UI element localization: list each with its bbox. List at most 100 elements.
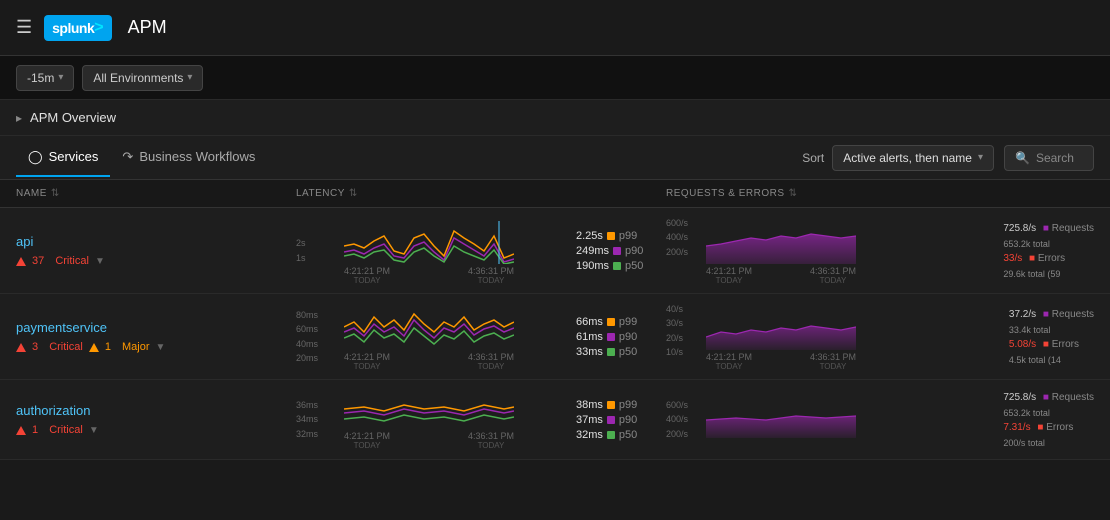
col-name-sort-icon[interactable]: ⇅ bbox=[51, 188, 60, 199]
req-label: Requests bbox=[1052, 223, 1094, 234]
requests-chart-svg bbox=[706, 302, 856, 350]
table-row: paymentservice 3 Critical 1 Major ▼ 80ms… bbox=[0, 294, 1110, 380]
col-header-requests: REQUESTS & ERRORS ⇅ bbox=[666, 188, 1094, 199]
p99-label: p99 bbox=[619, 230, 637, 242]
stat-p90: 61ms p90 bbox=[576, 331, 666, 343]
menu-button[interactable]: ☰ bbox=[16, 17, 32, 38]
latency-x-labels: 4:21:21 PM TODAY 4:36:31 PM TODAY bbox=[344, 431, 514, 450]
req-value-line: 725.8/s ■ Requests bbox=[1003, 222, 1094, 236]
latency-chart-svg bbox=[344, 216, 514, 264]
critical-triangle-icon bbox=[16, 426, 26, 435]
col-latency-sort-icon[interactable]: ⇅ bbox=[349, 188, 358, 199]
latency-x-labels: 4:21:21 PM TODAY 4:36:31 PM TODAY bbox=[344, 352, 514, 371]
alerts-row: 1 Critical ▼ bbox=[16, 424, 296, 436]
services-icon: ◯ bbox=[28, 149, 43, 165]
workflows-icon: ↷ bbox=[122, 149, 133, 165]
alerts-row: 37 Critical ▼ bbox=[16, 255, 296, 267]
latency-y-axis: 2s 1s bbox=[296, 236, 336, 265]
service-name-col: paymentservice 3 Critical 1 Major ▼ bbox=[16, 302, 296, 371]
col-header-latency: LATENCY ⇅ bbox=[296, 188, 666, 199]
sort-label: Sort bbox=[802, 151, 824, 165]
err-dot: ■ bbox=[1029, 253, 1035, 264]
latency-x-labels: 4:21:21 PM TODAY 4:36:31 PM TODAY bbox=[344, 266, 514, 285]
err-value: 33/s bbox=[1003, 253, 1022, 264]
table-row: authorization 1 Critical ▼ 36ms 34ms 32m… bbox=[0, 380, 1110, 460]
critical-triangle-icon bbox=[16, 343, 26, 352]
alert-dropdown-icon[interactable]: ▼ bbox=[89, 425, 99, 436]
col-latency-label: LATENCY bbox=[296, 188, 345, 199]
p99-value: 2.25s bbox=[576, 230, 603, 242]
time-range-value: -15m bbox=[27, 71, 54, 85]
p99-dot bbox=[607, 232, 615, 240]
major-triangle-icon bbox=[89, 343, 99, 352]
environment-button[interactable]: All Environments ▾ bbox=[82, 65, 203, 91]
latency-chart-col: 36ms 34ms 32ms 4:21:21 PM TODAY 4:36:31 … bbox=[296, 388, 666, 451]
critical-badge: 1 Critical bbox=[32, 424, 83, 436]
col-name-label: NAME bbox=[16, 188, 47, 199]
p50-dot bbox=[613, 262, 621, 270]
latency-chart-svg bbox=[344, 389, 514, 429]
search-box[interactable]: 🔍 Search bbox=[1004, 145, 1094, 171]
req-y3: 200/s bbox=[666, 245, 688, 259]
time-range-button[interactable]: -15m ▾ bbox=[16, 65, 74, 91]
p50-label: p50 bbox=[625, 260, 643, 272]
err-label: Errors bbox=[1038, 253, 1065, 264]
err-value-line: 33/s ■ Errors bbox=[1003, 252, 1094, 266]
stat-p50: 33ms p50 bbox=[576, 346, 666, 358]
requests-x-labels: 4:21:21 PM TODAY 4:36:31 PM TODAY bbox=[706, 352, 856, 371]
time-end: 4:36:31 PM bbox=[468, 266, 514, 276]
alert-dropdown-icon[interactable]: ▼ bbox=[156, 342, 166, 353]
tab-services[interactable]: ◯ Services bbox=[16, 139, 110, 177]
y-label-1: 2s bbox=[296, 236, 306, 250]
latency-chart-col: 2s 1s 4:21:21 PM TODAY 4:36:31 PM bbox=[296, 216, 666, 285]
tab-business-workflows[interactable]: ↷ Business Workflows bbox=[110, 139, 267, 177]
apm-overview-breadcrumb[interactable]: ▸ APM Overview bbox=[0, 100, 1110, 136]
stat-p50: 190ms p50 bbox=[576, 260, 666, 272]
tab-workflows-label: Business Workflows bbox=[139, 149, 255, 164]
service-name[interactable]: authorization bbox=[16, 403, 296, 418]
sort-dropdown[interactable]: Active alerts, then name ▾ bbox=[832, 145, 994, 171]
service-name[interactable]: paymentservice bbox=[16, 320, 296, 335]
logo-text: splunk bbox=[52, 20, 94, 36]
toolbar: -15m ▾ All Environments ▾ bbox=[0, 56, 1110, 100]
time-range-arrow: ▾ bbox=[58, 72, 63, 83]
p90-value: 249ms bbox=[576, 245, 609, 257]
environment-arrow: ▾ bbox=[187, 72, 192, 83]
alert-dropdown-icon[interactable]: ▼ bbox=[95, 256, 105, 267]
req-dot: ■ bbox=[1043, 223, 1049, 234]
requests-y-axis: 600/s 400/s 200/s bbox=[666, 398, 702, 441]
requests-chart-svg bbox=[706, 216, 856, 264]
p90-label: p90 bbox=[625, 245, 643, 257]
requests-x-labels: 4:21:21 PM TODAY 4:36:31 PM TODAY bbox=[706, 266, 856, 285]
latency-chart-svg bbox=[344, 302, 514, 350]
stat-p99: 2.25s p99 bbox=[576, 230, 666, 242]
table-row: api 37 Critical ▼ 2s 1s bbox=[0, 208, 1110, 294]
col-requests-sort-icon[interactable]: ⇅ bbox=[789, 188, 798, 199]
req-value: 725.8/s bbox=[1003, 223, 1036, 234]
search-icon: 🔍 bbox=[1015, 151, 1030, 165]
y-label-2: 1s bbox=[296, 251, 306, 265]
tabs-row: ◯ Services ↷ Business Workflows Sort Act… bbox=[0, 136, 1110, 180]
critical-badge: 37 Critical bbox=[32, 255, 89, 267]
service-name[interactable]: api bbox=[16, 234, 296, 249]
sort-dropdown-arrow: ▾ bbox=[978, 152, 983, 163]
requests-chart-svg bbox=[706, 398, 856, 438]
p50-value: 190ms bbox=[576, 260, 609, 272]
latency-y-axis: 80ms 60ms 40ms 20ms bbox=[296, 308, 336, 366]
critical-badge: 3 Critical bbox=[32, 341, 83, 353]
err-total: 29.6k total (59 bbox=[1003, 269, 1094, 279]
latency-stats: 66ms p99 61ms p90 33ms p50 bbox=[576, 316, 666, 358]
requests-stats: 37.2/s ■ Requests 33.4k total 5.08/s ■ E… bbox=[1009, 308, 1094, 365]
chevron-right-icon: ▸ bbox=[16, 111, 22, 125]
app-header: ☰ splunk> APM bbox=[0, 0, 1110, 56]
critical-triangle-icon bbox=[16, 257, 26, 266]
alerts-row: 3 Critical 1 Major ▼ bbox=[16, 341, 296, 353]
service-name-col: api 37 Critical ▼ bbox=[16, 216, 296, 285]
service-name-col: authorization 1 Critical ▼ bbox=[16, 388, 296, 451]
latency-y-axis: 36ms 34ms 32ms bbox=[296, 398, 336, 441]
sort-value: Active alerts, then name bbox=[843, 151, 972, 165]
stat-p99: 66ms p99 bbox=[576, 316, 666, 328]
latency-chart-col: 80ms 60ms 40ms 20ms 4:21:21 PM TODAY 4:3… bbox=[296, 302, 666, 371]
req-total: 653.2k total bbox=[1003, 239, 1094, 249]
table-header: NAME ⇅ LATENCY ⇅ REQUESTS & ERRORS ⇅ bbox=[0, 180, 1110, 208]
